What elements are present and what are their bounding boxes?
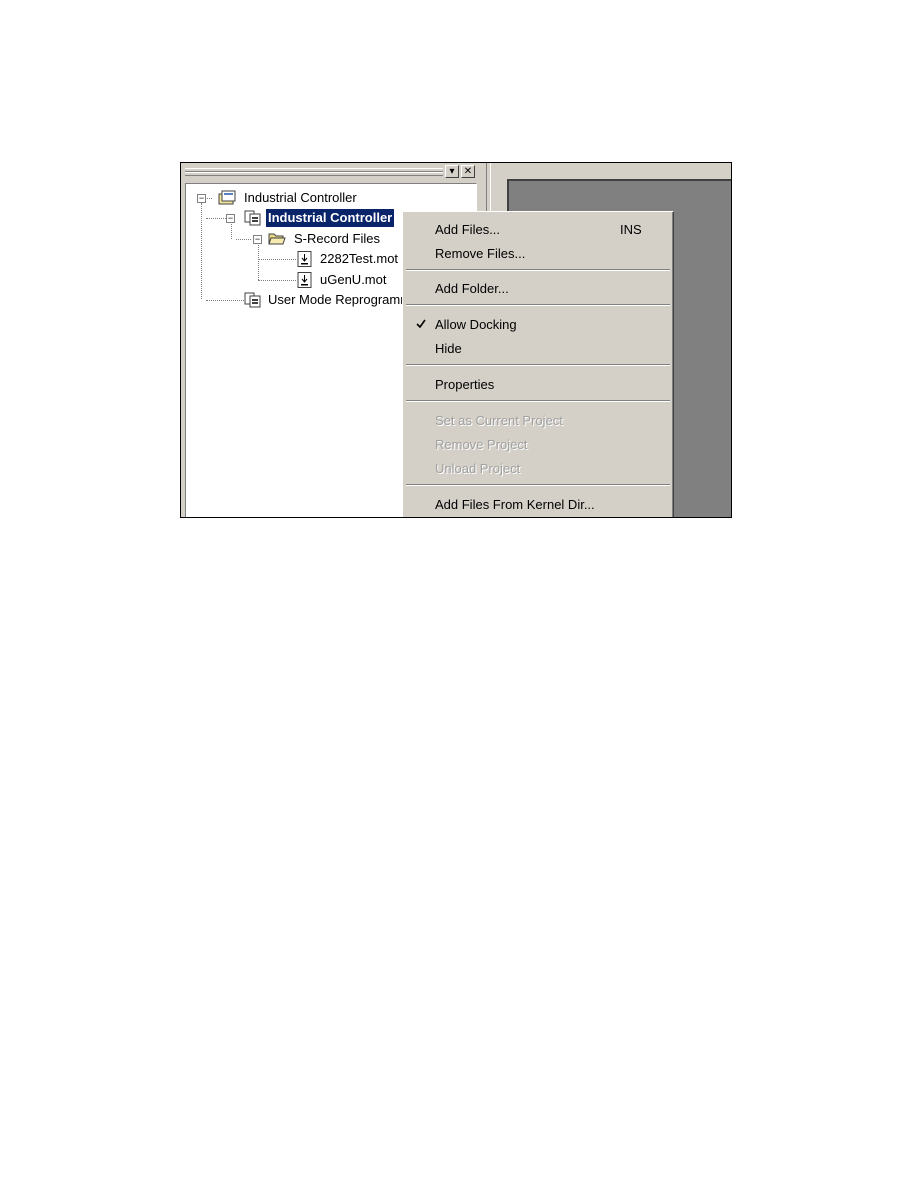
menu-separator bbox=[406, 304, 670, 306]
menu-separator bbox=[406, 269, 670, 271]
menu-item-remove-project[interactable]: Remove Project bbox=[405, 433, 671, 457]
collapse-toggle[interactable]: − bbox=[226, 214, 235, 223]
tree-line bbox=[236, 239, 251, 240]
tree-line bbox=[258, 259, 296, 260]
menu-item-hide[interactable]: Hide bbox=[405, 337, 671, 361]
screenshot-frame: ▾ ✕ − Industrial Controller − Industrial… bbox=[180, 162, 732, 518]
tree-line bbox=[231, 224, 232, 239]
menu-separator bbox=[406, 400, 670, 402]
tree-item-folder[interactable]: S-Record Files bbox=[292, 230, 382, 248]
tree-line bbox=[258, 280, 296, 281]
grip-line bbox=[185, 172, 443, 176]
file-download-icon bbox=[297, 272, 312, 288]
context-menu: Add Files... INS Remove Files... Add Fol… bbox=[402, 211, 674, 517]
panel-menu-button[interactable]: ▾ bbox=[445, 165, 459, 178]
menu-item-add-folder[interactable]: Add Folder... bbox=[405, 277, 671, 301]
collapse-toggle[interactable]: − bbox=[253, 235, 262, 244]
menu-item-add-files-from-kernel-dir[interactable]: Add Files From Kernel Dir... bbox=[405, 493, 671, 517]
project-icon bbox=[244, 292, 261, 308]
tree-item-file[interactable]: uGenU.mot bbox=[318, 271, 388, 289]
menu-item-allow-docking[interactable]: Allow Docking bbox=[405, 313, 671, 337]
tree-line bbox=[206, 218, 226, 219]
project-icon bbox=[244, 210, 261, 226]
checkmark-icon bbox=[416, 319, 426, 329]
file-download-icon bbox=[297, 251, 312, 267]
tree-line bbox=[258, 245, 259, 280]
menu-item-properties[interactable]: Properties bbox=[405, 373, 671, 397]
menu-separator bbox=[406, 484, 670, 486]
close-icon: ✕ bbox=[463, 166, 473, 177]
menu-item-add-files[interactable]: Add Files... INS bbox=[405, 218, 671, 242]
workspace-icon bbox=[218, 190, 236, 205]
menu-separator bbox=[406, 364, 670, 366]
tree-line bbox=[206, 300, 244, 301]
menu-item-remove-files[interactable]: Remove Files... bbox=[405, 242, 671, 266]
menu-item-set-current-project[interactable]: Set as Current Project bbox=[405, 409, 671, 433]
menu-item-unload-project[interactable]: Unload Project bbox=[405, 457, 671, 481]
collapse-toggle[interactable]: − bbox=[197, 194, 206, 203]
chevron-down-icon: ▾ bbox=[449, 166, 455, 177]
tree-item-file[interactable]: 2282Test.mot bbox=[318, 250, 400, 268]
tree-line bbox=[201, 203, 202, 299]
panel-close-button[interactable]: ✕ bbox=[461, 165, 475, 178]
folder-open-icon bbox=[268, 233, 286, 245]
panel-titlebar[interactable]: ▾ ✕ bbox=[181, 163, 481, 183]
tree-item-project-selected[interactable]: Industrial Controller bbox=[266, 209, 395, 227]
tree-item-root[interactable]: Industrial Controller bbox=[242, 189, 359, 207]
